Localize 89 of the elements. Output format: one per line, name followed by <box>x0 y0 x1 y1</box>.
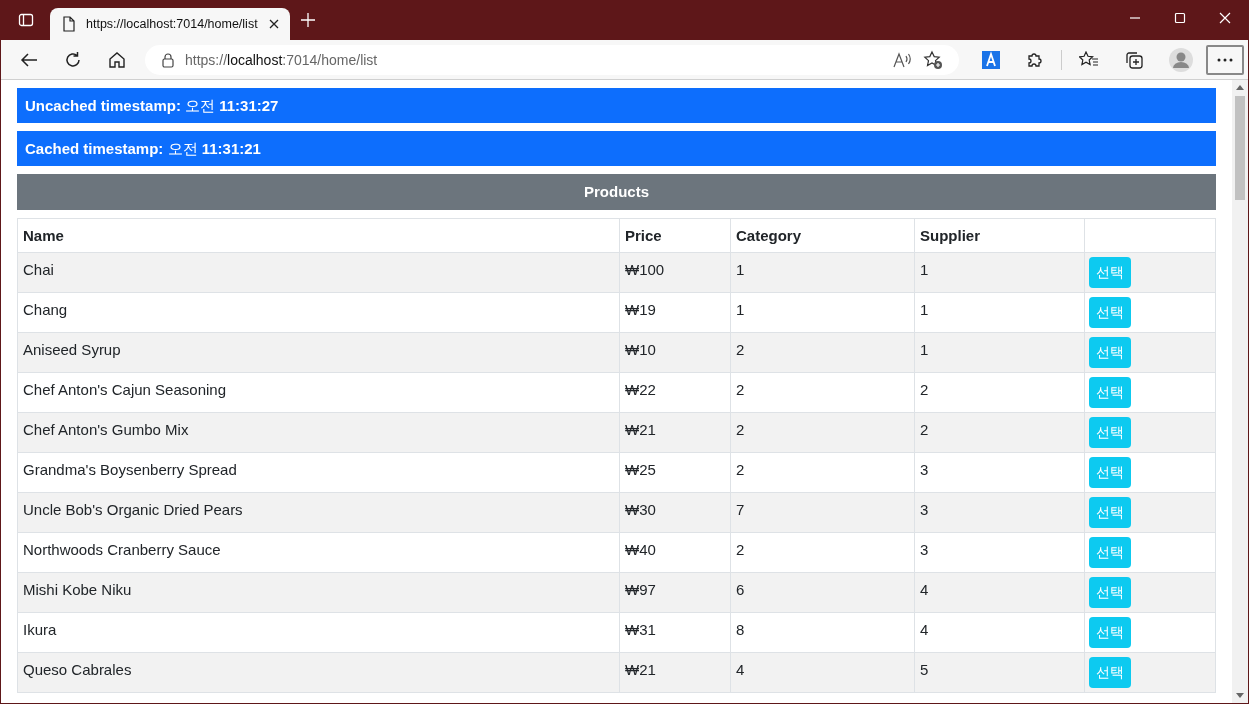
column-header: Price <box>619 218 731 253</box>
table-cell: 7 <box>730 492 915 533</box>
address-bar[interactable]: https://localhost:7014/home/list <box>145 44 960 75</box>
select-button[interactable]: 선택 <box>1089 297 1131 328</box>
select-button[interactable]: 선택 <box>1089 377 1131 408</box>
timestamp-banner: Cached timestamp: 오전 11:31:21 <box>17 131 1216 166</box>
add-favorite-icon[interactable] <box>923 49 944 70</box>
avatar-icon[interactable] <box>1169 47 1194 72</box>
table-cell: ₩21 <box>619 412 731 453</box>
table-cell: 5 <box>914 652 1085 693</box>
table-cell: Chai <box>17 252 620 293</box>
table-cell: Uncle Bob's Organic Dried Pears <box>17 492 620 533</box>
table-cell: ₩19 <box>619 292 731 333</box>
table-cell: 2 <box>730 332 915 373</box>
table-cell: 1 <box>914 252 1085 293</box>
scrollbar[interactable] <box>1232 80 1248 703</box>
favorites-icon[interactable] <box>1079 50 1100 69</box>
table-cell: ₩10 <box>619 332 731 373</box>
scroll-thumb[interactable] <box>1235 96 1245 200</box>
table-cell: ₩40 <box>619 532 731 573</box>
select-button[interactable]: 선택 <box>1089 337 1131 368</box>
table-cell: 2 <box>730 532 915 573</box>
table-cell: 1 <box>914 292 1085 333</box>
table-cell: Queso Cabrales <box>17 652 620 693</box>
column-header: Category <box>730 218 915 253</box>
table-cell: 8 <box>730 612 915 653</box>
select-button[interactable]: 선택 <box>1089 417 1131 448</box>
table-cell: ₩97 <box>619 572 731 613</box>
lock-icon <box>161 51 175 68</box>
column-header: Name <box>17 218 620 253</box>
new-tab-icon[interactable] <box>301 13 315 27</box>
table-cell: ₩31 <box>619 612 731 653</box>
table-cell: 3 <box>914 532 1085 573</box>
table-cell: 1 <box>730 292 915 333</box>
table-cell: Ikura <box>17 612 620 653</box>
table-cell: 3 <box>914 492 1085 533</box>
select-button[interactable]: 선택 <box>1089 457 1131 488</box>
table-cell: Mishi Kobe Niku <box>17 572 620 613</box>
close-icon[interactable] <box>268 18 280 30</box>
puzzle-icon[interactable] <box>1026 50 1045 69</box>
table-cell: ₩22 <box>619 372 731 413</box>
table-cell: 2 <box>914 412 1085 453</box>
browser-tab[interactable]: https://localhost:7014/home/list <box>50 8 290 40</box>
more-button[interactable] <box>1206 44 1244 75</box>
more-icon <box>1217 57 1234 62</box>
table-cell: 4 <box>730 652 915 693</box>
table-cell: 2 <box>730 452 915 493</box>
tab-title: https://localhost:7014/home/list <box>86 17 258 31</box>
table-cell: ₩25 <box>619 452 731 493</box>
table-cell: ₩30 <box>619 492 731 533</box>
scroll-up-icon[interactable] <box>1236 84 1244 90</box>
back-icon[interactable] <box>20 51 38 68</box>
tab-actions-icon[interactable] <box>18 12 34 28</box>
table-cell: ₩21 <box>619 652 731 693</box>
table-cell: Chang <box>17 292 620 333</box>
table-cell: 2 <box>730 412 915 453</box>
select-button[interactable]: 선택 <box>1089 257 1131 288</box>
select-button[interactable]: 선택 <box>1089 657 1131 688</box>
table-cell: ₩100 <box>619 252 731 293</box>
url-text: https://localhost:7014/home/list <box>185 51 378 68</box>
table-cell: Aniseed Syrup <box>17 332 620 373</box>
refresh-icon[interactable] <box>64 50 82 69</box>
scroll-down-icon[interactable] <box>1236 693 1244 699</box>
table-cell: 4 <box>914 572 1085 613</box>
select-button[interactable]: 선택 <box>1089 617 1131 648</box>
close-window-icon[interactable] <box>1219 12 1231 24</box>
table-cell: 2 <box>730 372 915 413</box>
column-header: Supplier <box>914 218 1085 253</box>
table-cell: 1 <box>914 332 1085 373</box>
timestamp-banner: Uncached timestamp: 오전 11:31:27 <box>17 88 1216 123</box>
table-cell: Chef Anton's Gumbo Mix <box>17 412 620 453</box>
table-cell: Northwoods Cranberry Sauce <box>17 532 620 573</box>
select-button[interactable]: 선택 <box>1089 497 1131 528</box>
select-button[interactable]: 선택 <box>1089 577 1131 608</box>
page-icon <box>62 16 76 32</box>
home-icon[interactable] <box>108 50 126 69</box>
table-cell: Chef Anton's Cajun Seasoning <box>17 372 620 413</box>
maximize-icon[interactable] <box>1174 12 1186 24</box>
collections-icon[interactable] <box>1125 50 1144 69</box>
read-aloud-icon[interactable] <box>893 51 914 68</box>
table-cell: 6 <box>730 572 915 613</box>
select-button[interactable]: 선택 <box>1089 537 1131 568</box>
translate-icon[interactable] <box>982 50 1001 69</box>
table-cell: Grandma's Boysenberry Spread <box>17 452 620 493</box>
table-cell: 3 <box>914 452 1085 493</box>
table-cell: 1 <box>730 252 915 293</box>
table-cell: 4 <box>914 612 1085 653</box>
products-heading: Products <box>17 174 1216 210</box>
table-cell: 2 <box>914 372 1085 413</box>
